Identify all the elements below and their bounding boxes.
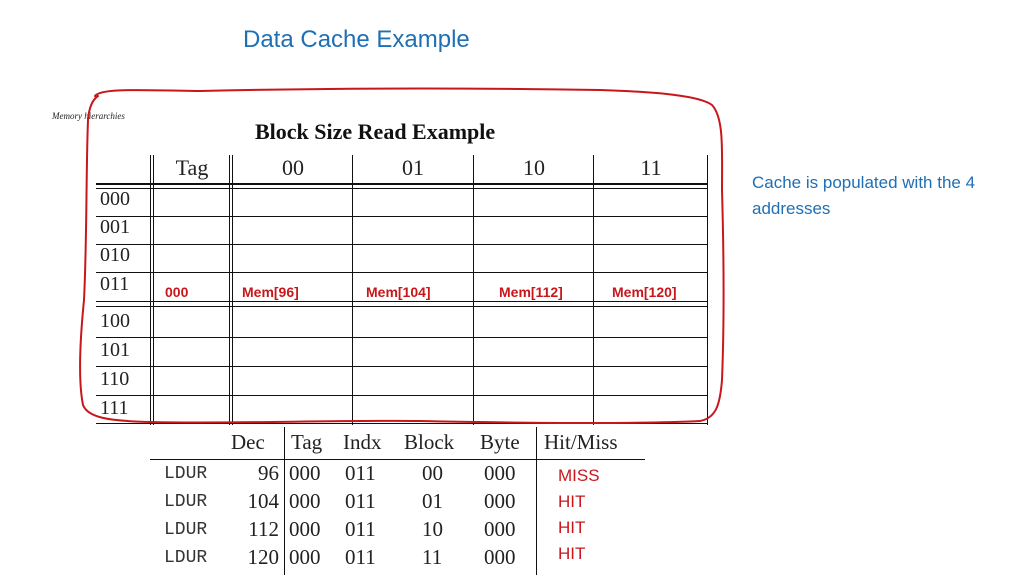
hand-drawn-highlight — [79, 87, 725, 424]
